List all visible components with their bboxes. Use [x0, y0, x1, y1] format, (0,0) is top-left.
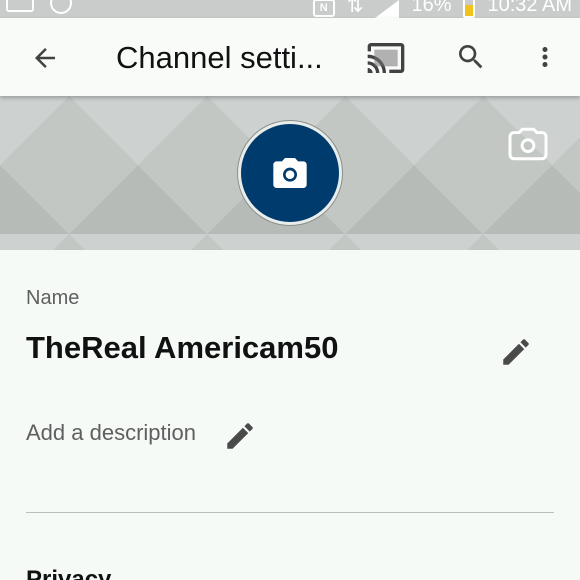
back-button[interactable] [24, 37, 66, 79]
channel-banner[interactable] [0, 96, 580, 250]
section-divider [26, 512, 554, 513]
pencil-icon [227, 423, 253, 449]
search-button[interactable] [450, 36, 492, 78]
clock: 10:32 AM [487, 0, 572, 16]
pencil-icon [503, 339, 529, 365]
more-options-button[interactable] [528, 36, 562, 78]
more-vert-icon [542, 47, 548, 67]
name-label: Name [26, 287, 80, 309]
battery-percent: 16% [411, 0, 452, 16]
cast-button[interactable] [364, 36, 408, 80]
edit-description-button[interactable] [222, 418, 258, 454]
privacy-section-header: Privacy [26, 566, 112, 580]
notification-icon [6, 0, 34, 12]
camera-icon [273, 158, 307, 188]
data-transfer-icon: ⇅ [346, 0, 364, 17]
page-title: Channel setti... [116, 40, 323, 75]
camera-icon [508, 127, 548, 161]
arrow-back-icon [35, 48, 55, 68]
avatar[interactable] [238, 121, 342, 225]
channel-name: TheReal Americam50 [26, 330, 339, 365]
wifi-icon [50, 0, 72, 14]
cast-icon [367, 43, 405, 73]
status-bar: N ⇅ 16% 10:32 AM [0, 0, 580, 18]
status-left-icons [6, 0, 72, 14]
edit-name-button[interactable] [498, 334, 534, 370]
banner-camera-button[interactable] [508, 126, 548, 162]
battery-icon [463, 0, 476, 18]
search-icon [459, 45, 483, 69]
signal-icon [375, 0, 400, 18]
app-bar: Channel setti... [0, 18, 580, 96]
status-right-icons: N ⇅ 16% 10:32 AM [312, 0, 572, 18]
nfc-icon: N [312, 0, 335, 17]
add-description-link[interactable]: Add a description [26, 420, 196, 446]
